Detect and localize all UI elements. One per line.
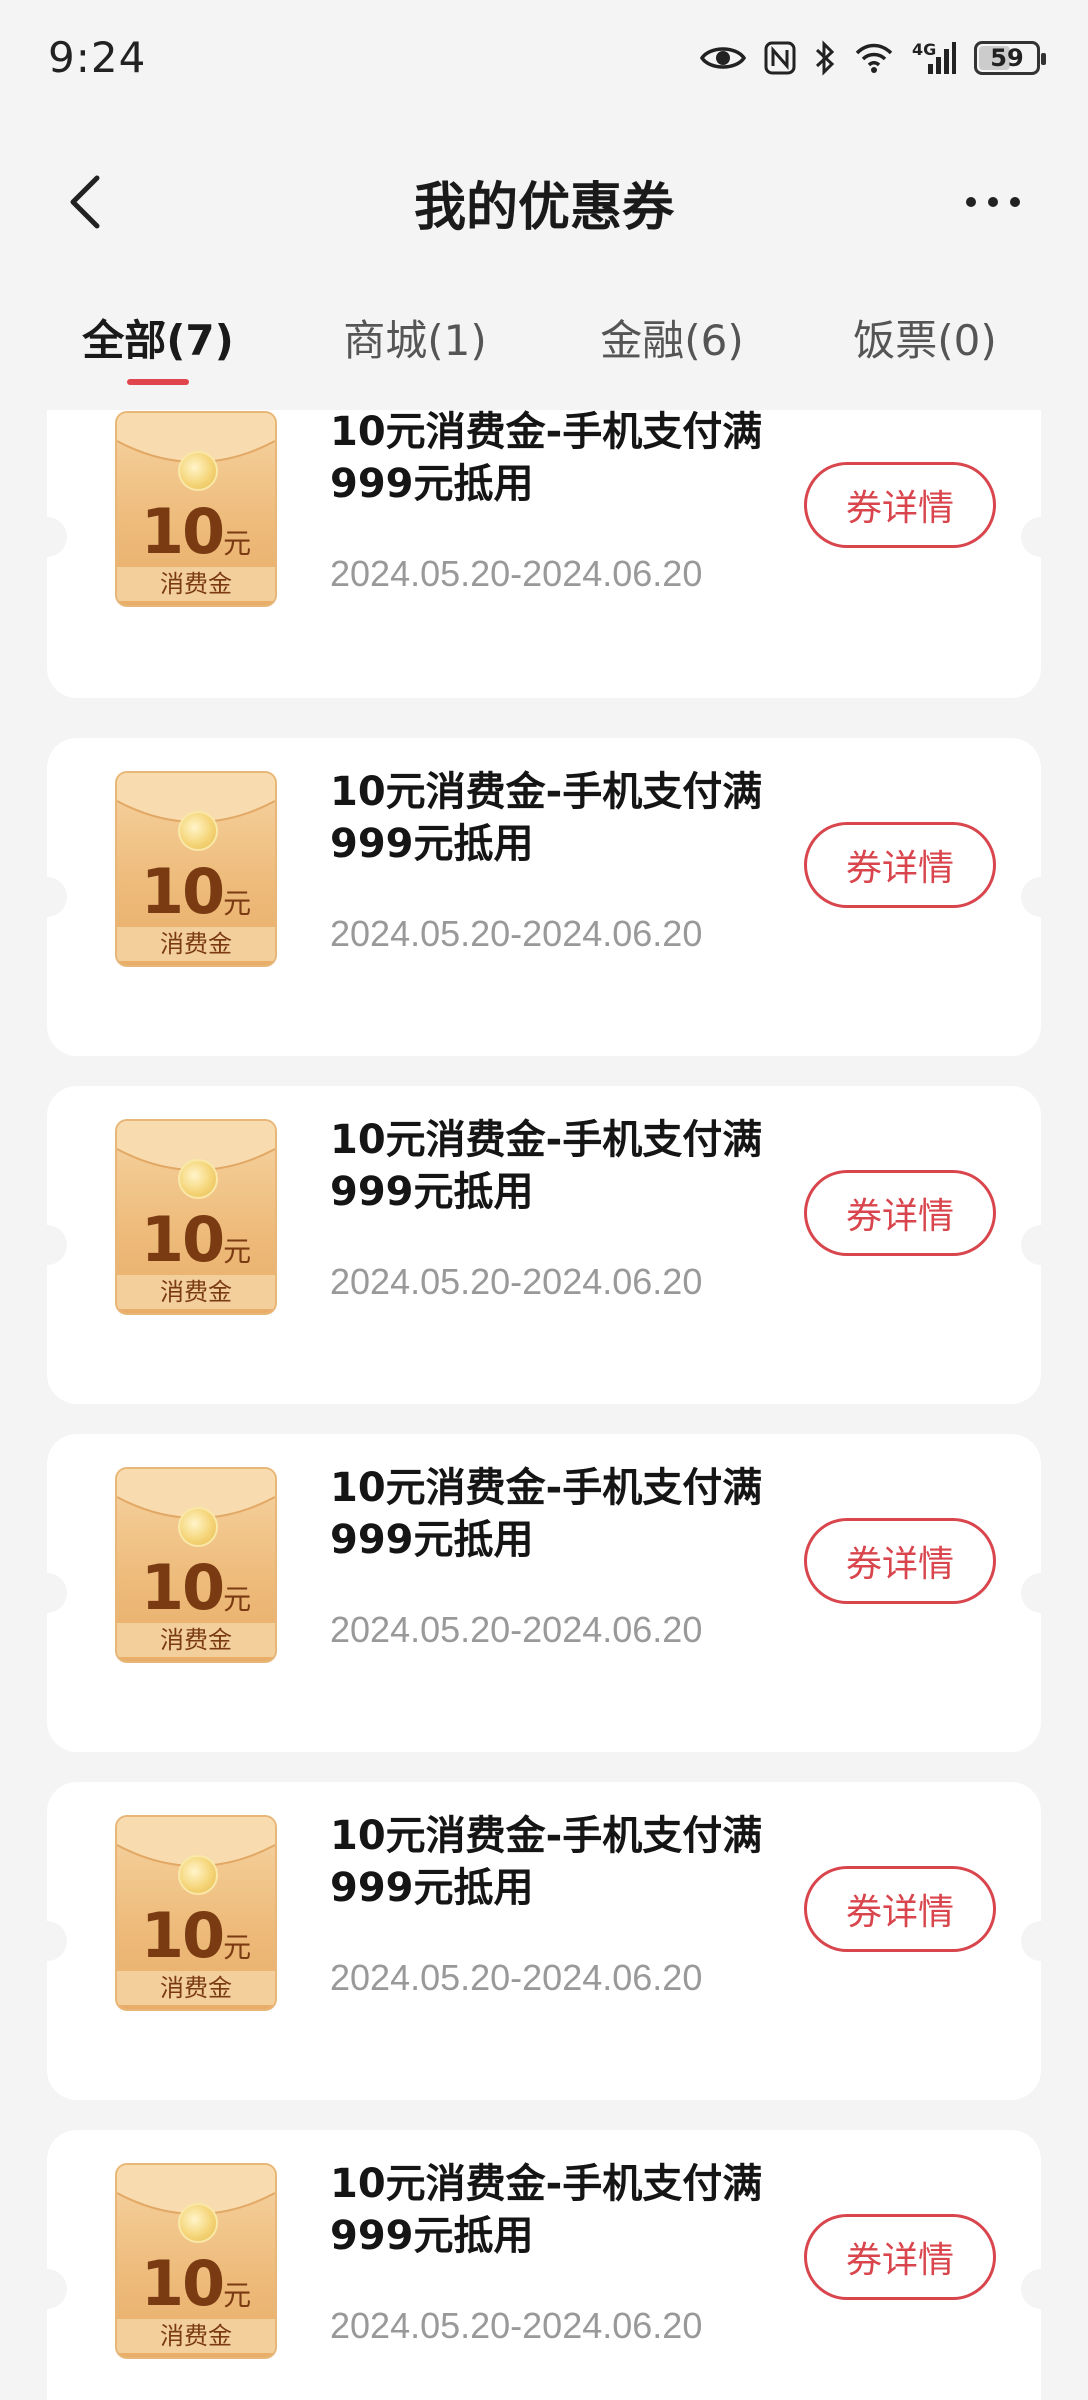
red-envelope-icon: 10元 消费金: [115, 1815, 277, 2011]
red-envelope-icon: 10元 消费金: [115, 2163, 277, 2359]
ticket-notch: [27, 1225, 67, 1265]
red-envelope-icon: 10元 消费金: [115, 1467, 277, 1663]
ticket-notch: [27, 1921, 67, 1961]
ticket-notch: [1021, 1921, 1061, 1961]
more-dot: [988, 197, 998, 207]
coupon-card[interactable]: 10元 消费金 10元消费金-手机支付满999元抵用 2024.05.20-20…: [27, 1086, 1061, 1404]
ticket-notch: [27, 517, 67, 557]
battery-level: 59: [990, 43, 1024, 72]
tab-indicator: [127, 379, 189, 385]
coupon-title: 10元消费金-手机支付满999元抵用: [330, 1813, 763, 1911]
coupon-badge: 消费金: [117, 567, 275, 601]
coupon-amount: 10元: [117, 1203, 275, 1276]
coupon-list[interactable]: 10元 消费金 10元消费金-手机支付满999元抵用 2024.05.20-20…: [0, 410, 1088, 2400]
coupon-title: 10元消费金-手机支付满999元抵用: [330, 1465, 763, 1563]
coupon-tabs: 全部(7) 商城(1) 金融(6) 饭票(0): [0, 295, 1088, 395]
amount-value: 10: [140, 855, 225, 928]
coupon-title: 10元消费金-手机支付满999元抵用: [330, 2161, 763, 2259]
coupon-badge: 消费金: [117, 927, 275, 961]
coupon-amount: 10元: [117, 1899, 275, 1972]
coupon-validity: 2024.05.20-2024.06.20: [330, 913, 703, 954]
chevron-left-icon: [70, 175, 100, 229]
coupon-amount: 10元: [117, 855, 275, 928]
coupon-amount: 10元: [117, 2247, 275, 2320]
coupon-detail-button[interactable]: 券详情: [804, 2214, 996, 2300]
ticket-notch: [1021, 2269, 1061, 2309]
coupon-badge: 消费金: [117, 2319, 275, 2353]
ticket-notch: [27, 1573, 67, 1613]
battery-icon: 59: [974, 40, 1046, 75]
coin-icon: [178, 1855, 218, 1895]
coin-icon: [178, 451, 218, 491]
coupon-card[interactable]: 10元 消费金 10元消费金-手机支付满999元抵用 2024.05.20-20…: [27, 1434, 1061, 1752]
red-envelope-icon: 10元 消费金: [115, 1119, 277, 1315]
coupon-card[interactable]: 10元 消费金 10元消费金-手机支付满999元抵用 2024.05.20-20…: [27, 2130, 1061, 2400]
ticket-notch: [27, 2269, 67, 2309]
page-title: 我的优惠券: [413, 178, 674, 238]
header: 我的优惠券: [0, 140, 1088, 265]
coupon-amount: 10元: [117, 1551, 275, 1624]
amount-unit: 元: [223, 1235, 252, 1268]
coupon-amount: 10元: [117, 495, 275, 568]
red-envelope-icon: 10元 消费金: [115, 771, 277, 967]
coin-icon: [178, 1159, 218, 1199]
tab-meal-ticket[interactable]: 饭票(0): [835, 307, 1015, 377]
network-type: 4G: [912, 39, 937, 59]
nfc-icon: [764, 41, 796, 75]
tab-all[interactable]: 全部(7): [68, 307, 248, 377]
coupon-validity: 2024.05.20-2024.06.20: [330, 1609, 703, 1650]
amount-value: 10: [140, 1551, 225, 1624]
status-bar: 9:24 4G 59: [0, 0, 1088, 115]
amount-value: 10: [140, 2247, 225, 2320]
coupon-detail-button[interactable]: 券详情: [804, 822, 996, 908]
back-button[interactable]: [55, 172, 115, 232]
amount-value: 10: [140, 1899, 225, 1972]
amount-unit: 元: [223, 1931, 252, 1964]
coupon-card[interactable]: 10元 消费金 10元消费金-手机支付满999元抵用 2024.05.20-20…: [27, 738, 1061, 1056]
more-dots-icon: [966, 197, 976, 207]
coupon-validity: 2024.05.20-2024.06.20: [330, 1261, 703, 1302]
coupon-detail-button[interactable]: 券详情: [804, 1866, 996, 1952]
coupon-validity: 2024.05.20-2024.06.20: [330, 2305, 703, 2346]
amount-unit: 元: [223, 1583, 252, 1616]
status-icons: 4G 59: [700, 39, 1046, 76]
red-envelope-icon: 10元 消费金: [115, 411, 277, 607]
amount-value: 10: [140, 1203, 225, 1276]
status-time: 9:24: [48, 33, 147, 82]
amount-unit: 元: [223, 527, 252, 560]
coupon-badge: 消费金: [117, 1623, 275, 1657]
coin-icon: [178, 2203, 218, 2243]
amount-unit: 元: [223, 887, 252, 920]
coupon-card[interactable]: 10元 消费金 10元消费金-手机支付满999元抵用 2024.05.20-20…: [27, 1782, 1061, 2100]
bluetooth-icon: [814, 39, 836, 76]
coupon-detail-button[interactable]: 券详情: [804, 462, 996, 548]
coin-icon: [178, 1507, 218, 1547]
coupon-title: 10元消费金-手机支付满999元抵用: [330, 1117, 763, 1215]
signal-icon: 4G: [912, 40, 956, 76]
coupon-detail-button[interactable]: 券详情: [804, 1170, 996, 1256]
coupon-detail-button[interactable]: 券详情: [804, 1518, 996, 1604]
coupon-title: 10元消费金-手机支付满999元抵用: [330, 769, 763, 867]
ticket-notch: [1021, 517, 1061, 557]
coin-icon: [178, 811, 218, 851]
wifi-icon: [854, 42, 894, 74]
coupon-badge: 消费金: [117, 1971, 275, 2005]
tab-mall[interactable]: 商城(1): [325, 307, 505, 377]
more-dot: [1010, 197, 1020, 207]
coupon-badge: 消费金: [117, 1275, 275, 1309]
ticket-notch: [1021, 1573, 1061, 1613]
tab-finance[interactable]: 金融(6): [582, 307, 762, 377]
more-button[interactable]: [938, 172, 1048, 232]
eye-icon: [700, 43, 746, 73]
coupon-validity: 2024.05.20-2024.06.20: [330, 1957, 703, 1998]
amount-value: 10: [140, 495, 225, 568]
ticket-notch: [1021, 877, 1061, 917]
amount-unit: 元: [223, 2279, 252, 2312]
coupon-title: 10元消费金-手机支付满999元抵用: [330, 410, 763, 507]
coupon-card[interactable]: 10元 消费金 10元消费金-手机支付满999元抵用 2024.05.20-20…: [27, 410, 1061, 698]
ticket-notch: [27, 877, 67, 917]
ticket-notch: [1021, 1225, 1061, 1265]
coupon-validity: 2024.05.20-2024.06.20: [330, 553, 703, 594]
